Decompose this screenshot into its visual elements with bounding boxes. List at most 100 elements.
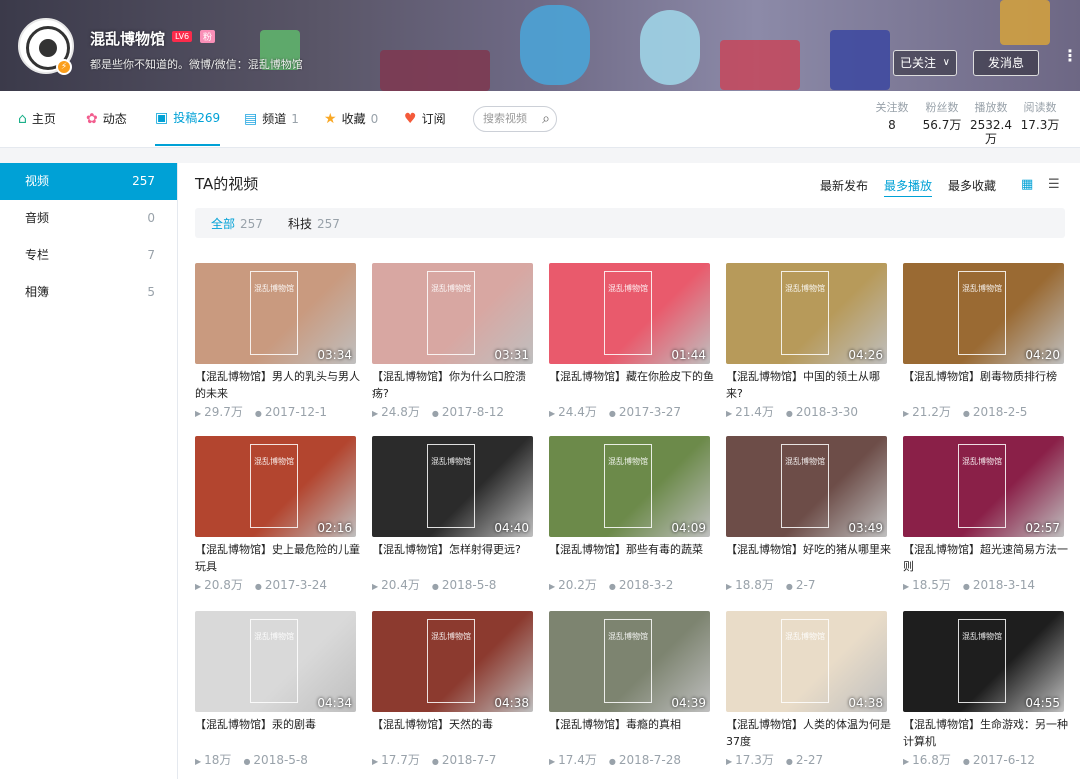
video-thumbnail[interactable]: 混乱博物馆 04:09	[549, 436, 710, 537]
video-title[interactable]: 【混乱博物馆】人类的体温为何是37度	[726, 716, 896, 750]
video-card[interactable]: 混乱博物馆 04:34 【混乱博物馆】汞的剧毒 ▶ 18万 ● 2018-5-8	[195, 611, 356, 771]
video-card[interactable]: 混乱博物馆 04:09 【混乱博物馆】那些有毒的蔬菜 ▶ 20.2万 ● 2018-3-2	[549, 436, 710, 596]
play-count-icon: ▶	[903, 409, 910, 418]
video-title[interactable]: 【混乱博物馆】毒瘾的真相	[549, 716, 719, 733]
sort-most-played[interactable]: 最多播放	[884, 177, 933, 197]
vip-badge: 粉	[200, 30, 216, 43]
video-thumbnail[interactable]: 混乱博物馆 04:34	[195, 611, 356, 712]
upload-date: 2-27	[795, 753, 824, 767]
follow-button[interactable]: 已关注 ∨	[893, 50, 957, 76]
video-search-input[interactable]: 搜索视频 ⌕	[473, 106, 557, 132]
video-duration: 04:09	[671, 521, 706, 535]
play-count-icon: ▶	[549, 757, 556, 766]
tab-home[interactable]: ⌂ 主页	[18, 91, 56, 146]
sort-most-favorited[interactable]: 最多收藏	[948, 177, 996, 194]
video-card[interactable]: 混乱博物馆 04:38 【混乱博物馆】天然的毒 ▶ 17.7万 ● 2018-7-7	[372, 611, 533, 771]
video-card[interactable]: 混乱博物馆 04:55 【混乱博物馆】生命游戏：另一种计算机 ▶ 16.8万 ● 2017-…	[903, 611, 1068, 771]
play-count-icon: ▶	[549, 582, 556, 591]
video-meta: ▶ 17.3万 ● 2-27	[726, 751, 823, 768]
video-title[interactable]: 【混乱博物馆】好吃的猪从哪里来	[726, 541, 896, 558]
video-title[interactable]: 【混乱博物馆】怎样射得更远?	[372, 541, 542, 558]
sidebar-item-label: 视频	[25, 174, 50, 188]
tab-favorites[interactable]: ★ 收藏 0	[324, 91, 378, 146]
play-count: 17.3万	[735, 753, 774, 767]
tab-subscriptions[interactable]: ♥ 订阅	[404, 91, 446, 146]
video-title[interactable]: 【混乱博物馆】中国的领土从哪来?	[726, 368, 896, 402]
filter-tech[interactable]: 科技 257	[288, 215, 340, 232]
video-duration: 02:57	[1025, 521, 1060, 535]
video-duration: 03:49	[848, 521, 883, 535]
video-title[interactable]: 【混乱博物馆】男人的乳头与男人的未来	[195, 368, 365, 402]
more-options-icon[interactable]: ⋮	[1062, 48, 1078, 64]
sidebar-item-label: 专栏	[25, 248, 50, 262]
video-thumbnail[interactable]: 混乱博物馆 04:39	[549, 611, 710, 712]
grid-view-icon[interactable]: ▦	[1021, 178, 1035, 192]
video-thumbnail[interactable]: 混乱博物馆 03:49	[726, 436, 887, 537]
video-title[interactable]: 【混乱博物馆】剧毒物质排行榜	[903, 368, 1073, 385]
video-thumbnail[interactable]: 混乱博物馆 03:34	[195, 263, 356, 364]
upload-date: 2018-3-30	[795, 405, 858, 419]
play-count: 21.2万	[912, 405, 951, 419]
video-card[interactable]: 混乱博物馆 03:31 【混乱博物馆】你为什么口腔溃疡? ▶ 24.8万 ● 2017-8-…	[372, 263, 533, 423]
sidebar-item-audio[interactable]: 音频 0	[0, 200, 177, 237]
clock-icon: ●	[962, 582, 970, 591]
clock-icon: ●	[962, 757, 970, 766]
upload-date: 2018-2-5	[972, 405, 1028, 419]
video-thumbnail[interactable]: 混乱博物馆 04:40	[372, 436, 533, 537]
filter-all[interactable]: 全部 257	[211, 215, 263, 232]
upload-date: 2017-3-24	[264, 578, 327, 592]
video-card[interactable]: 混乱博物馆 04:39 【混乱博物馆】毒瘾的真相 ▶ 17.4万 ● 2018-7-28	[549, 611, 710, 771]
sort-latest[interactable]: 最新发布	[820, 177, 868, 194]
list-view-icon[interactable]: ☰	[1048, 178, 1062, 192]
video-title[interactable]: 【混乱博物馆】天然的毒	[372, 716, 542, 733]
chevron-down-icon: ∨	[942, 57, 950, 68]
video-thumbnail[interactable]: 混乱博物馆 04:26	[726, 263, 887, 364]
sidebar-item-video[interactable]: 视频 257	[0, 163, 177, 200]
stat-reads-label: 阅读数	[1023, 101, 1057, 114]
stat-following[interactable]: 关注数 8	[873, 101, 911, 132]
video-card[interactable]: 混乱博物馆 03:34 【混乱博物馆】男人的乳头与男人的未来 ▶ 29.7万 ● 2017-…	[195, 263, 360, 423]
video-title[interactable]: 【混乱博物馆】汞的剧毒	[195, 716, 365, 733]
video-thumbnail[interactable]: 混乱博物馆 02:57	[903, 436, 1064, 537]
video-title[interactable]: 【混乱博物馆】你为什么口腔溃疡?	[372, 368, 542, 402]
video-title[interactable]: 【混乱博物馆】藏在你脸皮下的鱼	[549, 368, 719, 385]
sidebar-item-album[interactable]: 相簿 5	[0, 274, 177, 311]
stat-fans[interactable]: 粉丝数 56.7万	[922, 101, 962, 132]
thumbnail-watermark: 混乱博物馆	[608, 632, 648, 641]
thumbnail-watermark: 混乱博物馆	[608, 457, 648, 466]
video-card[interactable]: 混乱博物馆 04:40 【混乱博物馆】怎样射得更远? ▶ 20.4万 ● 2018-5-8	[372, 436, 533, 596]
video-card[interactable]: 混乱博物馆 03:49 【混乱博物馆】好吃的猪从哪里来 ▶ 18.8万 ● 2-7	[726, 436, 891, 596]
video-card[interactable]: 混乱博物馆 02:16 【混乱博物馆】史上最危险的儿童玩具 ▶ 20.8万 ● 2017-3…	[195, 436, 360, 596]
video-title[interactable]: 【混乱博物馆】史上最危险的儿童玩具	[195, 541, 365, 575]
clock-icon: ●	[431, 582, 439, 591]
sidebar-item-column[interactable]: 专栏 7	[0, 237, 177, 274]
video-card[interactable]: 混乱博物馆 02:57 【混乱博物馆】超光速简易方法一则 ▶ 18.5万 ● 2018-3-…	[903, 436, 1068, 596]
video-thumbnail[interactable]: 混乱博物馆 01:44	[549, 263, 710, 364]
tab-dynamic[interactable]: ✿ 动态	[86, 91, 127, 146]
video-thumbnail[interactable]: 混乱博物馆 04:38	[726, 611, 887, 712]
play-count-icon: ▶	[903, 582, 910, 591]
video-duration: 02:16	[317, 521, 352, 535]
video-thumbnail[interactable]: 混乱博物馆 03:31	[372, 263, 533, 364]
upload-date: 2018-3-2	[618, 578, 674, 592]
video-thumbnail[interactable]: 混乱博物馆 04:20	[903, 263, 1064, 364]
tab-videos[interactable]: ▣ 投稿 269	[155, 91, 221, 146]
filter-tech-count: 257	[317, 217, 340, 231]
video-thumbnail[interactable]: 混乱博物馆 04:55	[903, 611, 1064, 712]
video-title[interactable]: 【混乱博物馆】超光速简易方法一则	[903, 541, 1073, 575]
video-title[interactable]: 【混乱博物馆】那些有毒的蔬菜	[549, 541, 719, 558]
video-card[interactable]: 混乱博物馆 04:38 【混乱博物馆】人类的体温为何是37度 ▶ 17.3万 ● 2-27	[726, 611, 891, 771]
video-thumbnail[interactable]: 混乱博物馆 02:16	[195, 436, 356, 537]
tab-channels[interactable]: ▤ 频道 1	[244, 91, 299, 146]
video-meta: ▶ 17.4万 ● 2018-7-28	[549, 751, 681, 768]
search-icon[interactable]: ⌕	[542, 107, 550, 131]
video-card[interactable]: 混乱博物馆 04:26 【混乱博物馆】中国的领土从哪来? ▶ 21.4万 ● 2018-3-…	[726, 263, 887, 423]
clock-icon: ●	[608, 582, 616, 591]
message-button[interactable]: 发消息	[973, 50, 1039, 76]
video-thumbnail[interactable]: 混乱博物馆 04:38	[372, 611, 533, 712]
video-meta: ▶ 20.4万 ● 2018-5-8	[372, 576, 496, 593]
video-meta: ▶ 17.7万 ● 2018-7-7	[372, 751, 496, 768]
video-card[interactable]: 混乱博物馆 04:20 【混乱博物馆】剧毒物质排行榜 ▶ 21.2万 ● 2018-2-5	[903, 263, 1064, 423]
video-card[interactable]: 混乱博物馆 01:44 【混乱博物馆】藏在你脸皮下的鱼 ▶ 24.4万 ● 2017-3-2…	[549, 263, 714, 423]
video-title[interactable]: 【混乱博物馆】生命游戏：另一种计算机	[903, 716, 1073, 750]
